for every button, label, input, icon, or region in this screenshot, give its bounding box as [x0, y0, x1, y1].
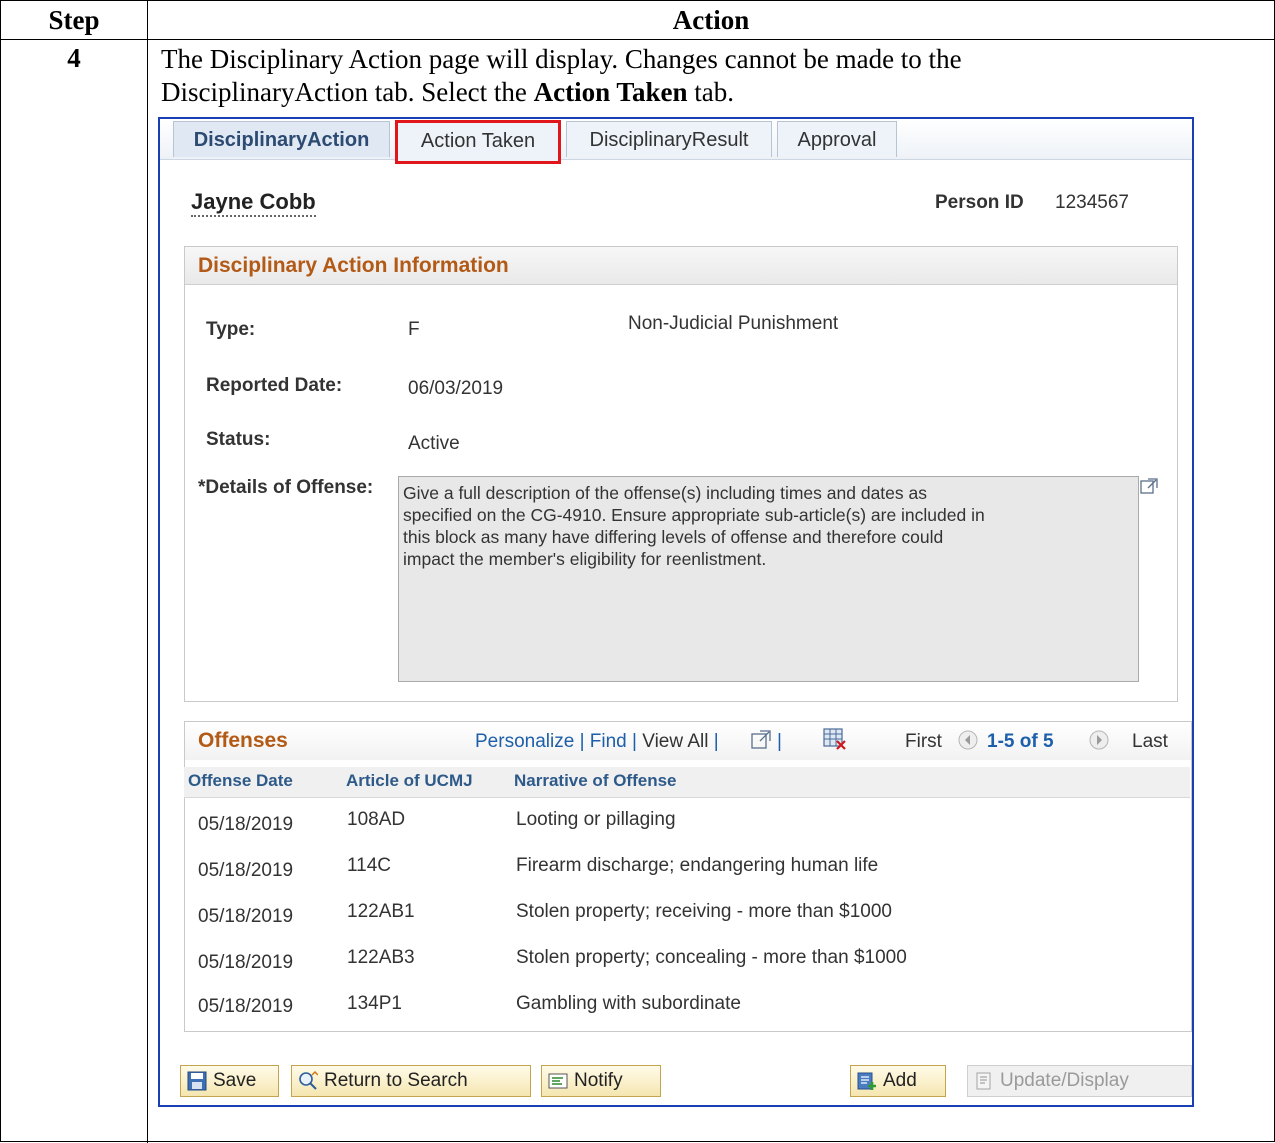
offense-date: 05/18/2019: [198, 860, 294, 881]
person-id-value: 1234567: [1055, 192, 1129, 213]
offense-date: 05/18/2019: [198, 952, 294, 973]
step-number: 4: [67, 43, 81, 73]
details-label: *Details of Offense:: [198, 477, 374, 498]
details-line: impact the member's eligibility for reen…: [403, 549, 767, 569]
offense-narrative: Looting or pillaging: [516, 809, 676, 830]
update-display-icon: [976, 1072, 991, 1090]
offense-article: 134P1: [347, 993, 402, 1014]
save-label: Save: [213, 1070, 257, 1091]
expand-field-icon[interactable]: [1140, 478, 1158, 494]
section-title: Disciplinary Action Information: [185, 247, 1177, 285]
reported-date-value: 06/03/2019: [408, 378, 504, 399]
offense-narrative: Stolen property; receiving - more than $…: [516, 901, 892, 922]
offenses-column-headers: Offense Date Article of UCMJ Narrative o…: [184, 767, 1190, 798]
add-button[interactable]: Add: [850, 1065, 946, 1097]
zoom-grid-icon[interactable]: [751, 730, 771, 749]
next-arrow-icon[interactable]: [1089, 730, 1109, 750]
offense-narrative: Gambling with subordinate: [516, 993, 741, 1014]
col-narrative[interactable]: Narrative of Offense: [514, 771, 677, 791]
notify-button[interactable]: Notify: [541, 1065, 661, 1097]
notify-icon: [548, 1073, 568, 1089]
header-action: Action: [672, 5, 750, 35]
personalize-link[interactable]: Personalize: [475, 731, 574, 752]
offense-article: 114C: [347, 855, 392, 876]
instruction-table: Step Action 4 The Disciplinary Action pa…: [0, 0, 1275, 1143]
instruction-text: The Disciplinary Action page will displa…: [161, 43, 1261, 109]
column-divider: [147, 1, 148, 1143]
first-label: First: [905, 731, 942, 752]
offense-date: 05/18/2019: [198, 906, 294, 927]
person-id-label: Person ID: [935, 192, 1024, 213]
type-description: Non-Judicial Punishment: [628, 313, 839, 334]
details-line: Give a full description of the offense(s…: [403, 483, 927, 503]
add-icon: [857, 1072, 876, 1090]
separator: |: [713, 731, 719, 752]
instruction-line-2: DisciplinaryAction tab. Select the Actio…: [161, 76, 1261, 109]
status-label: Status:: [206, 429, 271, 450]
tab-approval[interactable]: Approval: [777, 121, 897, 157]
add-label: Add: [883, 1070, 917, 1091]
offense-date: 05/18/2019: [198, 996, 294, 1017]
type-label: Type:: [206, 319, 256, 340]
separator: |: [777, 731, 782, 752]
instruction-line-2-bold: Action Taken: [533, 77, 688, 107]
status-value: Active: [408, 433, 460, 454]
col-offense-date[interactable]: Offense Date: [188, 771, 293, 791]
tab-bar: DisciplinaryAction Action Taken Discipli…: [160, 119, 1192, 164]
instruction-line-2-suffix: tab.: [687, 77, 734, 107]
header-step: Step: [48, 5, 100, 35]
save-button[interactable]: Save: [180, 1065, 279, 1097]
instruction-line-2-prefix: DisciplinaryAction tab. Select the: [161, 77, 534, 107]
previous-arrow-icon[interactable]: [958, 730, 978, 750]
last-label: Last: [1132, 731, 1168, 752]
details-line: this block as many have differing levels…: [403, 527, 944, 547]
find-link[interactable]: Find: [590, 731, 627, 752]
offense-article: 122AB3: [347, 947, 415, 968]
col-article-ucmj[interactable]: Article of UCMJ: [346, 771, 473, 791]
details-line: specified on the CG-4910. Ensure appropr…: [403, 505, 985, 525]
return-to-search-label: Return to Search: [324, 1070, 468, 1091]
update-display-button[interactable]: Update/Display: [967, 1065, 1192, 1097]
offense-article: 108AD: [347, 809, 406, 830]
offense-narrative: Firearm discharge; endangering human lif…: [516, 855, 879, 876]
grid-toolbar: Personalize | Find | View All |: [475, 731, 719, 753]
peoplesoft-screenshot: DisciplinaryAction Action Taken Discipli…: [158, 117, 1194, 1107]
save-icon: [187, 1071, 207, 1091]
offense-date: 05/18/2019: [198, 814, 294, 835]
view-all-link[interactable]: View All: [642, 731, 708, 752]
download-excel-icon[interactable]: [823, 728, 847, 750]
notify-label: Notify: [574, 1070, 623, 1091]
type-code: F: [408, 319, 420, 340]
search-icon: [299, 1071, 318, 1090]
update-display-label: Update/Display: [1000, 1070, 1129, 1091]
tab-disciplinary-action[interactable]: DisciplinaryAction: [173, 121, 390, 157]
return-to-search-button[interactable]: Return to Search: [291, 1065, 531, 1097]
separator: |: [632, 731, 637, 752]
separator: |: [579, 731, 585, 752]
offense-narrative: Stolen property; concealing - more than …: [516, 947, 907, 968]
reported-date-label: Reported Date:: [206, 375, 343, 396]
tab-disciplinary-result[interactable]: DisciplinaryResult: [566, 121, 772, 157]
tab-action-taken[interactable]: Action Taken: [395, 120, 561, 164]
instruction-line-1: The Disciplinary Action page will displa…: [161, 44, 962, 74]
offense-article: 122AB1: [347, 901, 415, 922]
details-of-offense-field[interactable]: Give a full description of the offense(s…: [398, 476, 1139, 682]
row-range: 1-5 of 5: [987, 731, 1054, 752]
person-name[interactable]: Jayne Cobb: [191, 189, 316, 217]
